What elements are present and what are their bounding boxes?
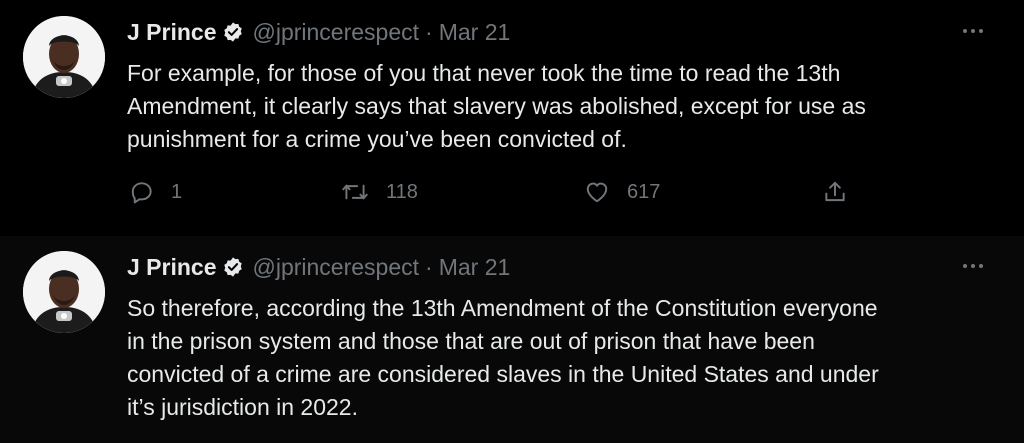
retweet-button[interactable]: 118 xyxy=(340,175,418,209)
tweet-actions: 1 118 617 xyxy=(127,175,987,209)
more-icon[interactable] xyxy=(956,21,990,41)
tweet-header: J Prince @jprincerespect · Mar 21 xyxy=(127,252,510,282)
avatar[interactable] xyxy=(23,251,105,333)
retweet-icon xyxy=(340,179,370,205)
tweet[interactable]: J Prince @jprincerespect · Mar 21 For ex… xyxy=(0,0,1024,236)
tweet-text-line: it’s jurisdiction in 2022. xyxy=(127,394,358,420)
tweet-text-line: convicted of a crime are considered slav… xyxy=(127,361,879,387)
author-handle[interactable]: @jprincerespect xyxy=(253,254,420,281)
verified-badge-icon xyxy=(222,256,244,278)
reply-count: 1 xyxy=(171,180,183,203)
tweet[interactable]: J Prince @jprincerespect · Mar 21 So the… xyxy=(0,236,1024,443)
reply-button[interactable]: 1 xyxy=(129,175,182,209)
share-icon xyxy=(822,179,848,205)
tweet-date[interactable]: Mar 21 xyxy=(439,19,511,46)
tweet-text-line: punishment for a crime you’ve been convi… xyxy=(127,126,627,152)
author-name[interactable]: J Prince xyxy=(127,254,217,281)
heart-icon xyxy=(583,179,611,205)
share-button[interactable] xyxy=(822,175,848,209)
author-handle[interactable]: @jprincerespect xyxy=(253,19,420,46)
separator-dot: · xyxy=(425,253,433,280)
separator-dot: · xyxy=(425,18,433,45)
tweet-text: For example, for those of you that never… xyxy=(127,57,1007,156)
author-name[interactable]: J Prince xyxy=(127,19,217,46)
more-icon[interactable] xyxy=(956,256,990,276)
retweet-count: 118 xyxy=(386,180,418,203)
tweet-text-line: Amendment, it clearly says that slavery … xyxy=(127,93,866,119)
tweet-header: J Prince @jprincerespect · Mar 21 xyxy=(127,17,510,47)
verified-badge-icon xyxy=(222,21,244,43)
tweet-text-line: in the prison system and those that are … xyxy=(127,328,815,354)
tweet-text-line: So therefore, according the 13th Amendme… xyxy=(127,295,878,321)
tweet-date[interactable]: Mar 21 xyxy=(439,254,511,281)
like-count: 617 xyxy=(627,180,661,203)
like-button[interactable]: 617 xyxy=(583,175,660,209)
tweet-text: So therefore, according the 13th Amendme… xyxy=(127,292,1007,424)
avatar[interactable] xyxy=(23,16,105,98)
reply-icon xyxy=(129,179,155,205)
tweet-text-line: For example, for those of you that never… xyxy=(127,60,841,86)
